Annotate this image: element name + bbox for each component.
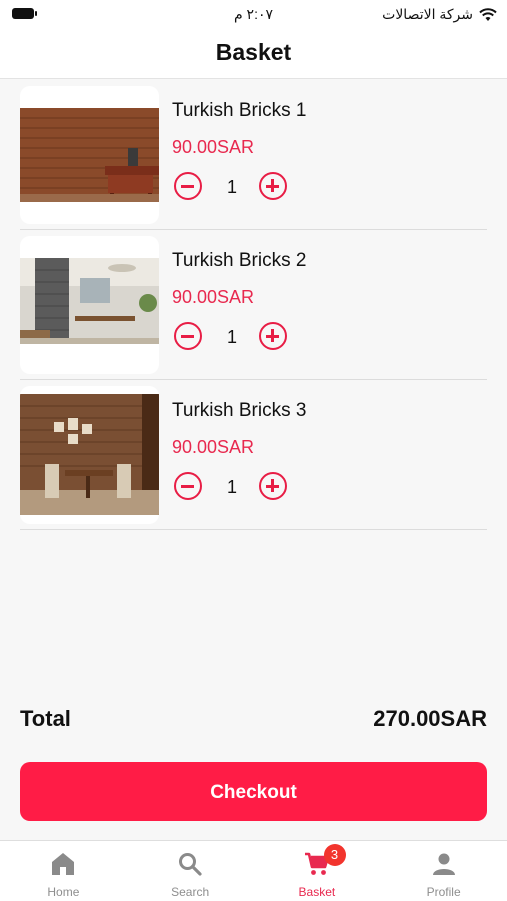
product-image[interactable] [20,86,159,224]
quantity-stepper: 1 [172,322,292,356]
increase-quantity-button[interactable] [259,472,287,500]
status-carrier-group: شركة الاتصالات [382,6,497,23]
page-title: Basket [215,39,292,65]
tab-search[interactable]: Search [127,841,254,901]
product-price: 90.00SAR [172,437,255,457]
bottom-tab-bar: Home Search 3 Basket Profile [0,840,507,901]
total-row: Total 270.00SAR [20,706,487,736]
basket-item: Turkish Bricks 1 90.00SAR 1 [20,80,487,230]
tab-label: Profile [426,885,461,899]
increase-quantity-button[interactable] [259,172,287,200]
cart-count-badge: 3 [323,844,346,866]
product-image[interactable] [20,386,159,524]
status-bar: ٢:٠٧ م شركة الاتصالات [0,0,507,30]
tab-label: Home [47,885,80,899]
tab-profile[interactable]: Profile [380,841,507,901]
tab-label: Basket [298,885,336,899]
basket-item: Turkish Bricks 3 90.00SAR 1 [20,380,487,530]
tab-label: Search [171,885,210,899]
quantity-value: 1 [226,477,237,497]
interior-room-image [20,258,159,344]
tab-home[interactable]: Home [0,841,127,901]
decrease-quantity-button[interactable] [174,172,202,200]
quantity-stepper: 1 [172,172,292,206]
product-name[interactable]: Turkish Bricks 3 [172,400,306,422]
home-icon [52,853,75,875]
total-amount: 270.00SAR [373,706,487,731]
carrier-name: شركة الاتصالات [382,6,473,22]
search-icon [179,853,202,876]
basket-item: Turkish Bricks 2 90.00SAR 1 [20,230,487,380]
user-icon [432,853,455,875]
quantity-value: 1 [226,327,237,347]
product-name[interactable]: Turkish Bricks 2 [172,250,306,272]
wifi-icon [479,7,497,21]
quantity-value: 1 [226,177,237,197]
decrease-quantity-button[interactable] [174,472,202,500]
quantity-stepper: 1 [172,472,292,506]
total-label: Total [20,706,71,731]
product-name[interactable]: Turkish Bricks 1 [172,100,306,122]
checkout-button[interactable]: Checkout [20,762,487,821]
decrease-quantity-button[interactable] [174,322,202,350]
product-price: 90.00SAR [172,287,255,307]
increase-quantity-button[interactable] [259,322,287,350]
basket-list: Turkish Bricks 1 90.00SAR 1 Turkish Bric… [20,80,487,530]
header: Basket [0,30,507,79]
product-price: 90.00SAR [172,137,255,157]
tab-basket[interactable]: 3 Basket [254,841,381,901]
product-image[interactable] [20,236,159,374]
brick-wall-image [20,108,159,202]
brick-dining-room-image [20,394,159,515]
